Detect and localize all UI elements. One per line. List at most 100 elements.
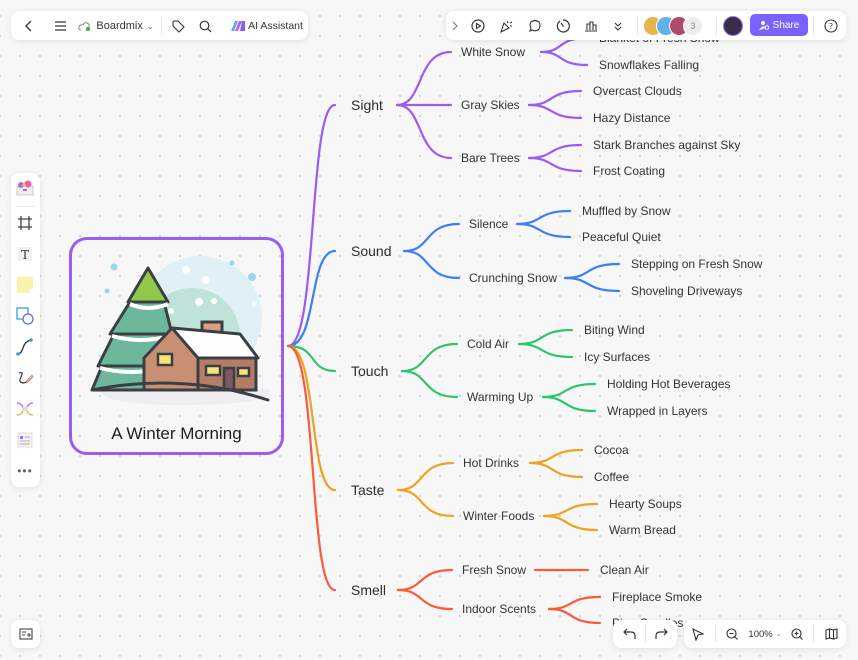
ai-logo-icon	[231, 21, 246, 31]
topic-node[interactable]: Sound	[351, 244, 391, 258]
undo-button[interactable]	[619, 624, 639, 644]
board-name-dropdown[interactable]: Boardmix ⌄	[77, 16, 155, 36]
timer-icon	[556, 19, 570, 33]
zoom-level-dropdown[interactable]: 100% ⌄	[745, 624, 785, 644]
hamburger-icon	[54, 21, 66, 31]
help-icon: ?	[824, 19, 838, 33]
back-button[interactable]	[19, 16, 39, 36]
leaf-node[interactable]: Holding Hot Beverages	[607, 377, 730, 391]
topic-node[interactable]: Touch	[351, 364, 388, 378]
leaf-node[interactable]: Cocoa	[594, 443, 629, 457]
sticky-note-tool[interactable]	[12, 272, 38, 298]
collaborators[interactable]: 3	[643, 16, 709, 36]
zoom-out-button[interactable]	[722, 624, 742, 644]
subtopic-node[interactable]: Hot Drinks	[463, 456, 519, 470]
timer-button[interactable]	[553, 16, 573, 36]
search-button[interactable]	[195, 16, 215, 36]
leaf-node[interactable]: Warm Bread	[609, 523, 676, 537]
ai-assistant-button[interactable]: AI Assistant	[231, 16, 303, 36]
topic-node[interactable]: Smell	[351, 583, 386, 597]
pen-tool[interactable]	[12, 365, 38, 391]
more-templates-tool[interactable]	[12, 427, 38, 453]
connector-tool[interactable]	[12, 334, 38, 360]
leaf-node[interactable]: Fireplace Smoke	[612, 590, 702, 604]
help-button[interactable]: ?	[821, 16, 841, 36]
tag-button[interactable]	[168, 16, 188, 36]
zoom-toolbar: 100% ⌄	[684, 620, 846, 648]
leaf-node[interactable]: Hearty Soups	[609, 497, 682, 511]
leaf-node[interactable]: Icy Surfaces	[584, 350, 650, 364]
leaf-node[interactable]: Peaceful Quiet	[582, 230, 661, 244]
root-node[interactable]: A Winter Morning	[69, 237, 284, 455]
leaf-node[interactable]: Stark Branches against Sky	[593, 138, 740, 152]
divider	[161, 17, 162, 35]
templates-tool[interactable]	[12, 175, 38, 201]
leaf-node[interactable]: Biting Wind	[584, 323, 645, 337]
leaf-node[interactable]: Muffled by Snow	[582, 204, 671, 218]
leaf-node[interactable]: Coffee	[594, 470, 629, 484]
undo-icon	[622, 628, 636, 639]
shape-tool[interactable]	[12, 303, 38, 329]
share-label: Share	[772, 19, 800, 31]
play-icon	[471, 19, 485, 33]
collaborator-count[interactable]: 3	[683, 16, 703, 36]
subtopic-node[interactable]: Winter Foods	[463, 509, 534, 523]
share-button[interactable]: Share	[750, 14, 808, 36]
zoom-in-button[interactable]	[787, 624, 807, 644]
celebrate-icon	[500, 20, 513, 33]
zoom-in-icon	[791, 628, 803, 640]
more-tools-button[interactable]	[608, 16, 628, 36]
leaf-line	[541, 382, 597, 399]
subtopic-node[interactable]: Indoor Scents	[462, 602, 536, 616]
leaf-node[interactable]: Frost Coating	[593, 164, 665, 178]
leaf-node[interactable]: Snowflakes Falling	[599, 58, 699, 72]
subtopic-node[interactable]: Warming Up	[467, 390, 533, 404]
leaf-node[interactable]: Shoveling Driveways	[631, 284, 742, 298]
select-tool-button[interactable]	[688, 624, 708, 644]
leaf-line	[563, 276, 621, 293]
present-button[interactable]	[468, 16, 488, 36]
leaf-node[interactable]: Hazy Distance	[593, 111, 670, 125]
leaf-line	[527, 89, 583, 107]
minimap-button[interactable]	[821, 624, 841, 644]
zoom-level: 100%	[748, 628, 773, 640]
subtopic-line	[396, 461, 455, 492]
topic-node[interactable]: Sight	[351, 98, 383, 112]
celebrate-button[interactable]	[496, 16, 516, 36]
outline-button[interactable]	[11, 620, 40, 648]
subtopic-node[interactable]: Silence	[469, 217, 508, 231]
zoom-out-icon	[726, 628, 738, 640]
leaf-node[interactable]: Clean Air	[600, 563, 649, 577]
menu-button[interactable]	[50, 16, 70, 36]
topic-node[interactable]: Taste	[351, 483, 384, 497]
leaf-node[interactable]: Stepping on Fresh Snow	[631, 257, 762, 271]
subtopic-node[interactable]: Gray Skies	[461, 98, 520, 112]
vote-icon	[585, 21, 597, 32]
divider	[813, 626, 814, 642]
frame-tool[interactable]	[12, 210, 38, 236]
subtopic-node[interactable]: Bare Trees	[461, 151, 520, 165]
subtopic-node[interactable]: Fresh Snow	[462, 563, 526, 577]
more-tools-button[interactable]: •••	[12, 458, 38, 484]
text-tool[interactable]: T	[12, 241, 38, 267]
tag-icon	[171, 19, 185, 33]
comment-button[interactable]	[525, 16, 545, 36]
leaf-node[interactable]: Wrapped in Layers	[607, 404, 708, 418]
outline-icon	[18, 628, 33, 640]
sticky-note-icon	[17, 277, 33, 293]
leaf-node[interactable]: Overcast Clouds	[593, 84, 682, 98]
subtopic-line	[395, 103, 453, 160]
redo-button[interactable]	[651, 624, 671, 644]
user-avatar[interactable]	[723, 16, 743, 36]
chevron-right-icon	[452, 21, 458, 31]
leaf-line	[542, 502, 599, 518]
mindmap-tool[interactable]	[12, 396, 38, 422]
vote-button[interactable]	[581, 16, 601, 36]
subtopic-node[interactable]: Crunching Snow	[469, 271, 557, 285]
map-icon	[824, 628, 838, 640]
frame-icon	[18, 216, 32, 230]
expand-toolbar-button[interactable]	[448, 16, 462, 36]
subtopic-node[interactable]: White Snow	[461, 45, 525, 59]
subtopic-node[interactable]: Cold Air	[467, 337, 509, 351]
chevron-left-icon	[25, 20, 32, 32]
